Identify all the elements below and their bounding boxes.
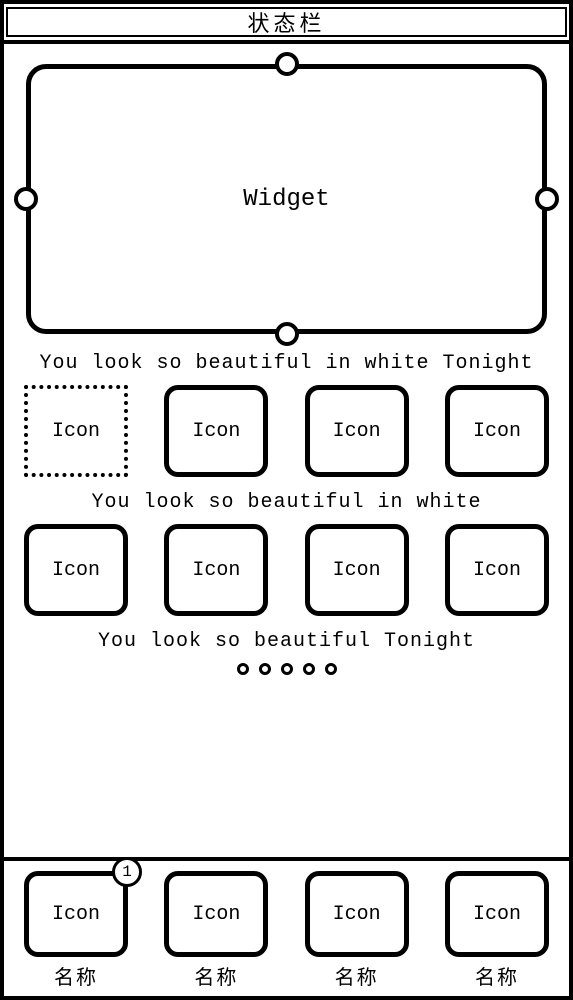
resize-handle-top-icon[interactable] [275,52,299,76]
dock-app-icon[interactable]: Icon 1 [24,871,128,957]
dock-app-icon[interactable]: Icon [305,871,409,957]
dock-app-icon[interactable]: Icon [164,871,268,957]
icon-row: Icon Icon Icon Icon [18,524,555,616]
widget-label: Widget [243,186,329,213]
dock-item: Icon 名称 [164,871,268,990]
device-frame: 状态栏 Widget You look so beautiful in whit… [0,0,573,1000]
icon-label: Icon [192,559,240,582]
row-caption: You look so beautiful in white [18,491,555,514]
app-icon[interactable]: Icon [164,385,268,477]
app-icon-placeholder[interactable]: Icon [24,385,128,477]
page-indicator[interactable] [18,663,555,675]
icon-label: Icon [473,559,521,582]
icon-label: Icon [52,559,100,582]
dock-inner: Icon 1 名称 Icon 名称 Icon 名称 Icon 名称 [18,871,555,990]
icon-label: Icon [333,559,381,582]
page-dot-icon [281,663,293,675]
icon-label: Icon [333,420,381,443]
dock-icon-label: Icon [52,903,100,926]
app-icon[interactable]: Icon [445,524,549,616]
widget-container: Widget [26,64,547,334]
dock-icon-label: Icon [192,903,240,926]
icon-label: Icon [192,420,240,443]
dock-app-name: 名称 [54,961,98,990]
page-dot-icon [325,663,337,675]
dock-row: Icon 1 名称 Icon 名称 Icon 名称 Icon 名称 [18,871,555,990]
icon-label: Icon [473,420,521,443]
status-bar-inner: 状态栏 [6,7,567,37]
row-caption: You look so beautiful Tonight [18,630,555,653]
page-dot-icon [303,663,315,675]
icon-row: Icon Icon Icon Icon [18,385,555,477]
resize-handle-bottom-icon[interactable] [275,322,299,346]
dock-icon-label: Icon [333,903,381,926]
row-caption: You look so beautiful in white Tonight [18,352,555,375]
app-icon[interactable]: Icon [305,524,409,616]
resize-handle-left-icon[interactable] [14,187,38,211]
page-dot-icon [259,663,271,675]
dock-app-name: 名称 [194,961,238,990]
dock-item: Icon 名称 [445,871,549,990]
app-icon[interactable]: Icon [164,524,268,616]
dock-app-icon[interactable]: Icon [445,871,549,957]
notification-badge: 1 [112,857,142,887]
dock-item: Icon 1 名称 [24,871,128,990]
dock: Icon 1 名称 Icon 名称 Icon 名称 Icon 名称 [4,857,569,996]
status-bar-title: 状态栏 [247,6,325,38]
status-bar: 状态栏 [4,4,569,44]
badge-count: 1 [122,863,132,881]
dock-item: Icon 名称 [305,871,409,990]
resize-handle-right-icon[interactable] [535,187,559,211]
dock-icon-label: Icon [473,903,521,926]
app-icon[interactable]: Icon [24,524,128,616]
home-screen-content: Widget You look so beautiful in white To… [4,44,569,675]
icon-label: Icon [52,420,100,443]
page-dot-icon [237,663,249,675]
app-icon[interactable]: Icon [305,385,409,477]
widget[interactable]: Widget [26,64,547,334]
dock-app-name: 名称 [475,961,519,990]
dock-app-name: 名称 [335,961,379,990]
app-icon[interactable]: Icon [445,385,549,477]
